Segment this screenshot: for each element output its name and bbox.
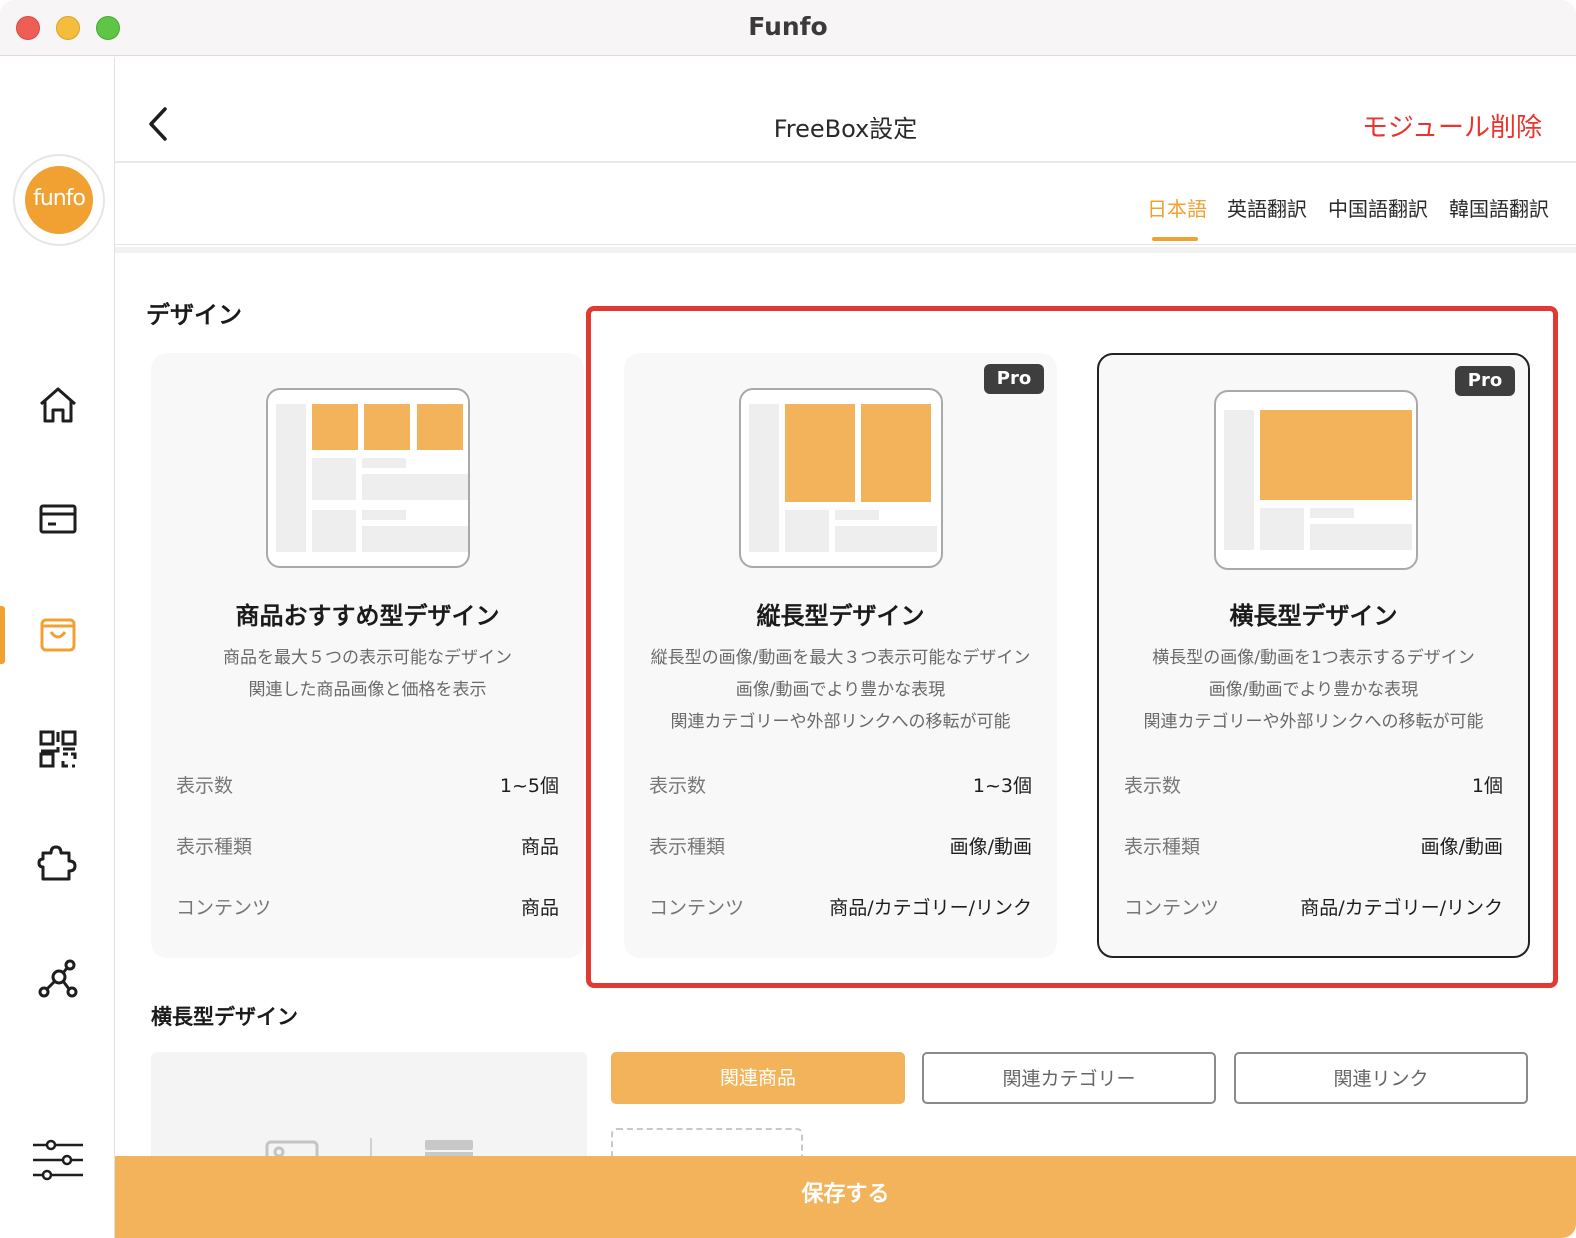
spec-value: 1~5個: [499, 775, 559, 797]
puzzle-icon: [37, 845, 77, 881]
tab-english-translation[interactable]: 英語翻訳: [1227, 193, 1307, 222]
page-header: FreeBox設定 モジュール削除: [115, 57, 1576, 163]
spec-value: 商品: [520, 836, 559, 858]
card-description: 関連した商品画像と価格を表示: [248, 680, 487, 700]
qr-code-icon: [39, 730, 77, 768]
divider: [115, 247, 1576, 253]
page-title: FreeBox設定: [773, 115, 918, 143]
share-network-icon: [38, 959, 78, 998]
spec-value: 商品: [520, 897, 559, 919]
sidebar-item-settings[interactable]: [30, 1138, 86, 1182]
tab-korean-translation[interactable]: 韓国語翻訳: [1449, 193, 1549, 222]
sidebar-item-plugins[interactable]: [36, 841, 80, 885]
annotation-highlight-box: [586, 306, 1558, 988]
title-bar: Funfo: [0, 0, 1576, 56]
config-section-title: 横長型デザイン: [151, 1005, 298, 1029]
card-description: 商品を最大５つの表示可能なデザイン: [223, 648, 512, 668]
active-tab-underline: [1152, 237, 1198, 241]
tab-related-links[interactable]: 関連リンク: [1234, 1052, 1528, 1104]
sidebar-active-indicator: [0, 606, 5, 664]
language-tabs: 日本語 英語翻訳 中国語翻訳 韓国語翻訳: [115, 163, 1576, 245]
spec-label: 表示数: [176, 775, 234, 797]
window-title: Funfo: [748, 12, 828, 41]
logo: funfo: [25, 166, 93, 234]
tab-related-products[interactable]: 関連商品: [611, 1052, 905, 1104]
card-title: 商品おすすめ型デザイン: [235, 602, 500, 630]
card-icon: [39, 504, 77, 534]
app-window: Funfo funfo FreeBox設定 モジュール削除 日本語 英語翻訳 中…: [0, 0, 1576, 1238]
delete-module-button[interactable]: モジュール削除: [1362, 107, 1542, 144]
spec-label: 表示種類: [176, 836, 253, 858]
sidebar-item-qr[interactable]: [36, 727, 80, 771]
sidebar: funfo: [0, 57, 115, 1238]
shop-bag-icon: [40, 618, 76, 652]
design-thumbnail: [266, 388, 470, 568]
design-section-title: デザイン: [146, 301, 242, 329]
logo-badge[interactable]: funfo: [13, 154, 105, 246]
spec-label: コンテンツ: [176, 897, 272, 919]
sidebar-item-card[interactable]: [36, 497, 80, 541]
design-card-product-recommend[interactable]: 商品おすすめ型デザイン 商品を最大５つの表示可能なデザイン 関連した商品画像と価…: [151, 353, 584, 958]
save-button[interactable]: 保存する: [115, 1156, 1576, 1238]
sidebar-item-share[interactable]: [36, 956, 80, 1000]
tab-japanese[interactable]: 日本語: [1147, 193, 1207, 222]
sidebar-item-home[interactable]: [36, 383, 80, 427]
sidebar-item-shop[interactable]: [36, 613, 80, 657]
sliders-icon: [33, 1139, 83, 1181]
tab-chinese-translation[interactable]: 中国語翻訳: [1328, 193, 1428, 222]
home-icon: [40, 387, 76, 423]
tab-related-categories[interactable]: 関連カテゴリー: [922, 1052, 1216, 1104]
